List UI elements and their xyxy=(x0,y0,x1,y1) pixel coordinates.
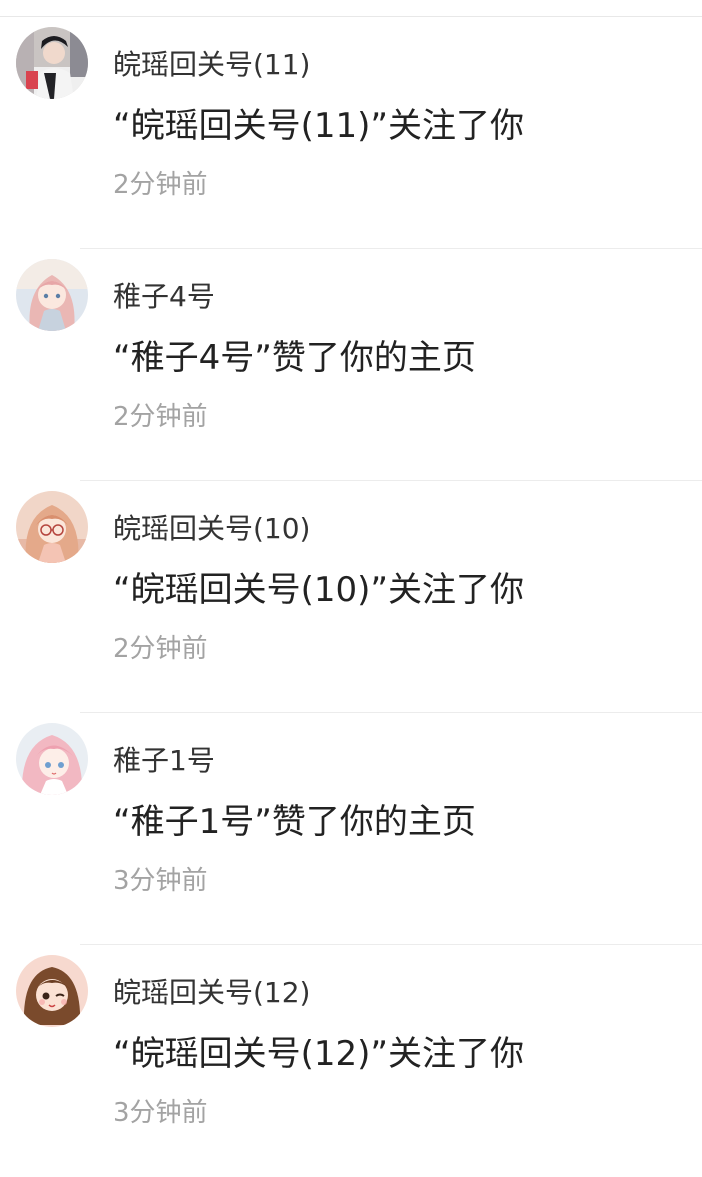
avatar-anime-girl-pink-hair-icon[interactable] xyxy=(16,723,88,795)
notification-message: “皖瑶回关号(11)”关注了你 xyxy=(113,106,525,146)
notification-message: “稚子4号”赞了你的主页 xyxy=(113,338,476,378)
notification-message: “皖瑶回关号(12)”关注了你 xyxy=(113,1034,525,1074)
notification-username[interactable]: 皖瑶回关号(12) xyxy=(113,973,310,1013)
avatar-anime-girl-pink-hair-icon[interactable] xyxy=(16,259,88,331)
avatar-anime-girl-glasses-icon[interactable] xyxy=(16,491,88,563)
notification-time: 2分钟前 xyxy=(113,634,208,664)
notification-time: 3分钟前 xyxy=(113,866,208,896)
notification-username[interactable]: 皖瑶回关号(10) xyxy=(113,509,310,549)
notification-time: 3分钟前 xyxy=(113,1098,208,1128)
notification-message: “稚子1号”赞了你的主页 xyxy=(113,802,476,842)
notification-username[interactable]: 稚子1号 xyxy=(113,741,215,781)
notification-time: 2分钟前 xyxy=(113,170,208,200)
avatar-anime-girl-wink-icon[interactable] xyxy=(16,955,88,1027)
notification-item[interactable]: 稚子1号 “稚子1号”赞了你的主页 3分钟前 xyxy=(0,713,702,945)
notification-item[interactable]: 皖瑶回关号(10) “皖瑶回关号(10)”关注了你 2分钟前 xyxy=(0,481,702,713)
notification-item[interactable]: 稚子4号 “稚子4号”赞了你的主页 2分钟前 xyxy=(0,249,702,481)
notification-list: 皖瑶回关号(11) “皖瑶回关号(11)”关注了你 2分钟前 稚子4号 “稚子4… xyxy=(0,17,702,1177)
notification-username[interactable]: 皖瑶回关号(11) xyxy=(113,45,310,85)
notification-time: 2分钟前 xyxy=(113,402,208,432)
notification-username[interactable]: 稚子4号 xyxy=(113,277,215,317)
notification-item[interactable]: 皖瑶回关号(11) “皖瑶回关号(11)”关注了你 2分钟前 xyxy=(0,17,702,249)
notification-item[interactable]: 皖瑶回关号(12) “皖瑶回关号(12)”关注了你 3分钟前 xyxy=(0,945,702,1177)
notification-message: “皖瑶回关号(10)”关注了你 xyxy=(113,570,525,610)
avatar-boy-dark-hair-icon[interactable] xyxy=(16,27,88,99)
